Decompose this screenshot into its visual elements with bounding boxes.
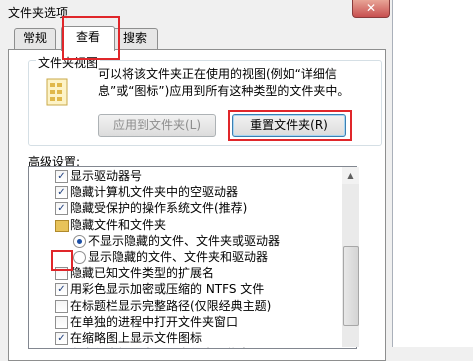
advanced-setting-label: 用彩色显示加密或压缩的 NTFS 文件 [70, 282, 265, 297]
checkbox[interactable]: ✓ [55, 348, 68, 349]
highlight-view-tab [62, 16, 120, 60]
advanced-setting-label: 在缩略图上显示文件图标 [70, 331, 203, 345]
advanced-settings-list: ✓ 显示驱动器号 ✓ 隐藏计算机文件夹中的空驱动器 ✓ 隐藏受保护的操作系统文件(推荐) 隐… [28, 166, 357, 349]
checkbox[interactable]: ✓ [55, 170, 68, 183]
advanced-setting-label: 在文件夹提示中显示文件大小信息 [70, 347, 250, 348]
radio-button[interactable] [73, 251, 86, 264]
radio-button[interactable] [73, 234, 86, 248]
highlight-reset-button [228, 110, 352, 141]
checkbox[interactable] [55, 315, 68, 329]
highlight-hide-extensions-checkbox [51, 250, 73, 271]
advanced-setting-label: 隐藏计算机文件夹中的空驱动器 [70, 185, 239, 200]
scroll-up-icon[interactable]: ▲ [342, 167, 359, 184]
advanced-setting-label: 不显示隐藏的文件、文件夹或驱动器 [88, 233, 281, 248]
window-title: 文件夹选项 [8, 6, 69, 20]
folder-icon [55, 219, 69, 232]
checkbox[interactable] [55, 299, 68, 313]
scroll-thumb[interactable] [343, 246, 359, 326]
tab-general[interactable]: 常规 [14, 28, 56, 49]
advanced-setting-label: 在单独的进程中打开文件夹窗口 [70, 314, 239, 329]
checkbox[interactable]: ✓ [55, 202, 68, 216]
advanced-setting-label: 显示隐藏的文件、文件夹和驱动器 [88, 250, 269, 264]
advanced-setting-label: 隐藏已知文件类型的扩展名 [70, 266, 215, 281]
apply-to-folders-button[interactable]: 应用到文件夹(L) [98, 114, 216, 137]
advanced-setting-label: 显示驱动器号 [70, 169, 143, 183]
folder-views-description: 可以将该文件夹正在使用的视图(例如“详细信息”或“图标”)应用到所有这种类型的文… [98, 67, 350, 98]
advanced-setting-label: 在标题栏显示完整路径(仅限经典主题) [70, 298, 272, 313]
checkbox[interactable]: ✓ [55, 186, 68, 200]
checkbox[interactable]: ✓ [55, 332, 68, 345]
background-window [393, 0, 473, 347]
advanced-setting-label: 隐藏受保护的操作系统文件(推荐) [70, 201, 248, 216]
folder-views-icon [46, 78, 68, 106]
close-button[interactable]: ✕ [352, 0, 390, 18]
checkbox[interactable]: ✓ [55, 283, 68, 297]
advanced-setting-label: 隐藏文件和文件夹 [70, 217, 167, 232]
close-icon: ✕ [365, 1, 377, 15]
